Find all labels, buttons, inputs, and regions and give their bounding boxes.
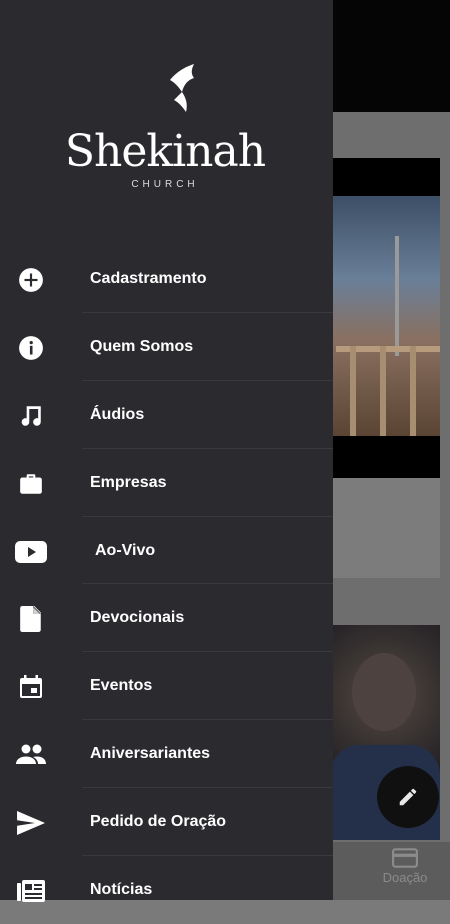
person-face xyxy=(352,653,416,731)
menu-item-empresas[interactable]: Empresas xyxy=(0,449,333,517)
menu-item-label: Notícias xyxy=(90,881,153,899)
menu-item-label: Áudios xyxy=(90,405,145,423)
youtube-icon xyxy=(15,538,47,566)
menu-item-label: Cadastramento xyxy=(90,270,207,287)
pencil-icon xyxy=(397,786,419,808)
menu-item-cadastramento[interactable]: Cadastramento xyxy=(0,245,333,313)
logo-subtitle: CHURCH xyxy=(131,179,199,190)
logo-wordmark: Shekinah xyxy=(64,126,266,177)
menu-item-label: Aniversariantes xyxy=(90,745,211,763)
menu-item-label: Quem Somos xyxy=(90,337,194,355)
people-icon xyxy=(15,741,47,769)
bottom-nav-label: Doação xyxy=(382,870,428,885)
menu-item-pedido-de-oracao[interactable]: Pedido de Oração xyxy=(0,788,333,857)
menu-item-audios[interactable]: Áudios xyxy=(0,381,333,449)
newspaper-icon xyxy=(16,877,46,905)
edit-fab-button[interactable] xyxy=(377,766,439,828)
briefcase-icon xyxy=(17,470,45,498)
menu-item-eventos[interactable]: Eventos xyxy=(0,652,333,721)
railing-post xyxy=(380,346,386,436)
menu-item-quem-somos[interactable]: Quem Somos xyxy=(0,313,333,381)
calendar-icon xyxy=(17,673,45,701)
navigation-drawer: Shekinah CHURCH Cadastramento Quem Somos… xyxy=(0,0,333,903)
menu-item-aniversariantes[interactable]: Aniversariantes xyxy=(0,720,333,789)
credit-card-icon xyxy=(372,848,438,868)
menu-item-label: Eventos xyxy=(90,677,153,695)
menu-item-label: Empresas xyxy=(90,473,167,491)
menu-item-label: Devocionais xyxy=(90,609,185,627)
music-note-icon xyxy=(17,402,45,430)
info-icon xyxy=(17,334,45,362)
menu-item-devocionais[interactable]: Devocionais xyxy=(0,584,333,653)
menu-item-label: Ao-Vivo xyxy=(95,541,156,559)
railing-post xyxy=(350,346,356,436)
add-circle-icon xyxy=(17,266,45,294)
bottom-nav-item-doacao[interactable]: Doação xyxy=(372,848,438,885)
railing-post xyxy=(410,346,416,436)
menu-item-label: Pedido de Oração xyxy=(90,813,227,831)
church-logo: Shekinah CHURCH xyxy=(60,58,270,198)
send-icon xyxy=(17,809,45,837)
menu-item-ao-vivo[interactable]: Ao-Vivo xyxy=(0,517,333,585)
document-icon xyxy=(17,605,45,633)
drawer-menu: Cadastramento Quem Somos Áudios Empresas xyxy=(0,245,333,924)
mast-shape xyxy=(395,236,399,356)
menu-item-noticias[interactable]: Notícias xyxy=(0,856,333,924)
